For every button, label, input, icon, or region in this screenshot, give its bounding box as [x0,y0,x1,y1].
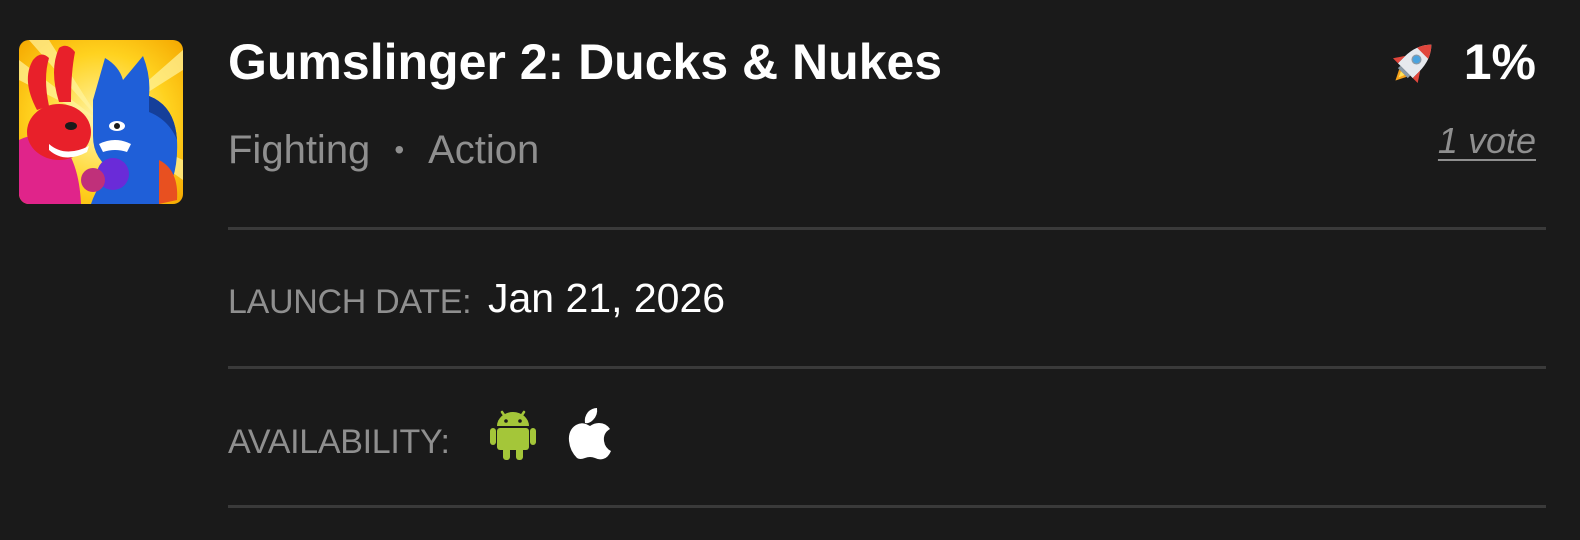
launch-date-value: Jan 21, 2026 [488,275,726,321]
divider [228,227,1546,230]
score-percent: 1% [1463,34,1536,90]
divider [228,366,1546,369]
game-title[interactable]: Gumslinger 2: Ducks & Nukes [228,32,942,92]
divider [228,505,1546,508]
launch-date-label: LAUNCH DATE: [228,283,472,321]
vote-count-link[interactable]: 1 vote [1438,120,1536,162]
genre-list: Fighting • Action [228,124,539,176]
genre-tag[interactable]: Fighting [228,128,370,172]
genre-tag[interactable]: Action [428,128,539,172]
hype-score: 1% [1386,32,1536,92]
availability-label: AVAILABILITY: [228,423,450,461]
android-icon[interactable] [490,408,536,460]
rocket-icon [1392,44,1432,84]
game-card: Gumslinger 2: Ducks & Nukes Fighting • Act… [0,0,1580,540]
genre-separator: • [394,134,405,165]
game-thumbnail[interactable] [19,40,183,204]
apple-icon[interactable] [568,406,612,460]
